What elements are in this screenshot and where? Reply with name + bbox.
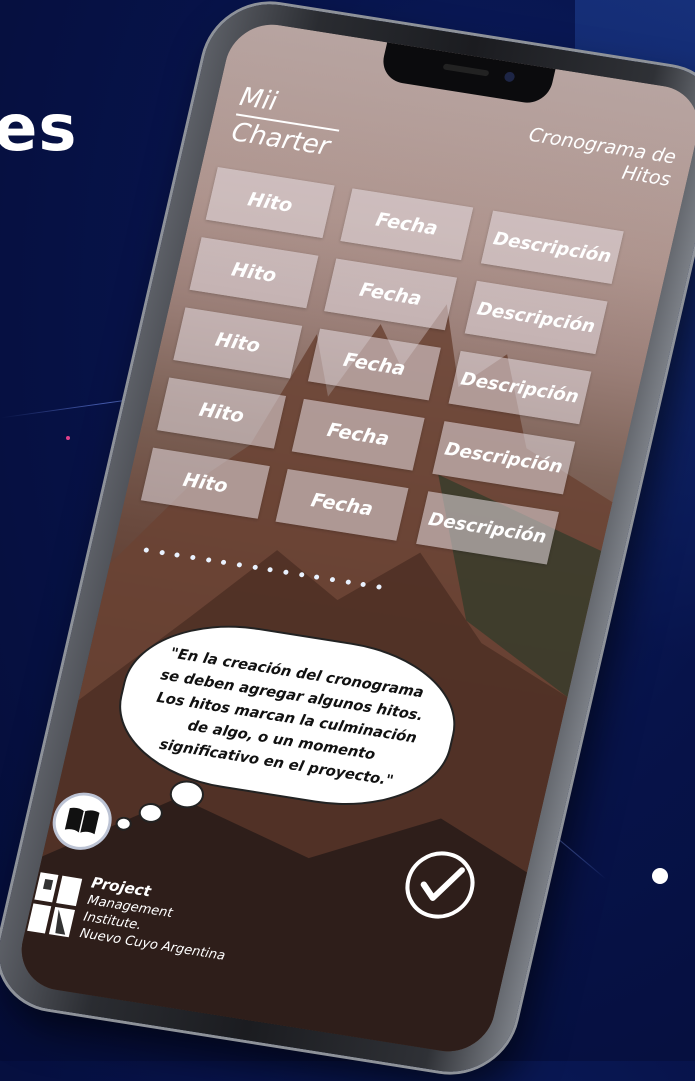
fecha-field[interactable]: Fecha <box>275 468 409 541</box>
page-dot <box>298 571 305 578</box>
milestones-table: Hito Fecha Descripción Hito Fecha Descri… <box>137 167 662 588</box>
descripcion-field[interactable]: Descripción <box>432 421 576 495</box>
descripcion-field[interactable]: Descripción <box>416 491 559 565</box>
fecha-field[interactable]: Fecha <box>291 398 425 471</box>
page-dot <box>282 569 289 576</box>
fecha-field[interactable]: Fecha <box>307 328 441 401</box>
hito-field[interactable]: Hito <box>157 377 287 449</box>
page-dot <box>329 576 336 583</box>
hito-field[interactable]: Hito <box>173 307 303 379</box>
page-dot <box>158 549 165 556</box>
background-dot <box>652 868 668 884</box>
page-dot <box>375 584 382 590</box>
page-dot <box>220 559 227 566</box>
page-dot <box>174 552 181 558</box>
page-dot <box>251 564 258 571</box>
book-icon <box>64 807 100 835</box>
background-heading: es <box>0 92 78 166</box>
page-dot <box>143 547 150 553</box>
descripcion-field[interactable]: Descripción <box>448 350 592 425</box>
hito-field[interactable]: Hito <box>189 237 319 309</box>
checkmark-icon <box>420 867 465 901</box>
page-dot <box>236 562 243 568</box>
page-dot <box>360 581 367 588</box>
descripcion-field[interactable]: Descripción <box>464 280 608 355</box>
page-dot <box>205 557 212 563</box>
page-dot <box>189 554 196 561</box>
fecha-field[interactable]: Fecha <box>324 258 458 331</box>
hito-field[interactable]: Hito <box>140 447 270 519</box>
page-dot <box>344 579 351 585</box>
background-dot <box>66 436 70 440</box>
front-camera <box>503 71 516 83</box>
speaker-grille <box>442 63 490 77</box>
page-dot <box>267 566 274 573</box>
page-dot <box>313 574 320 580</box>
